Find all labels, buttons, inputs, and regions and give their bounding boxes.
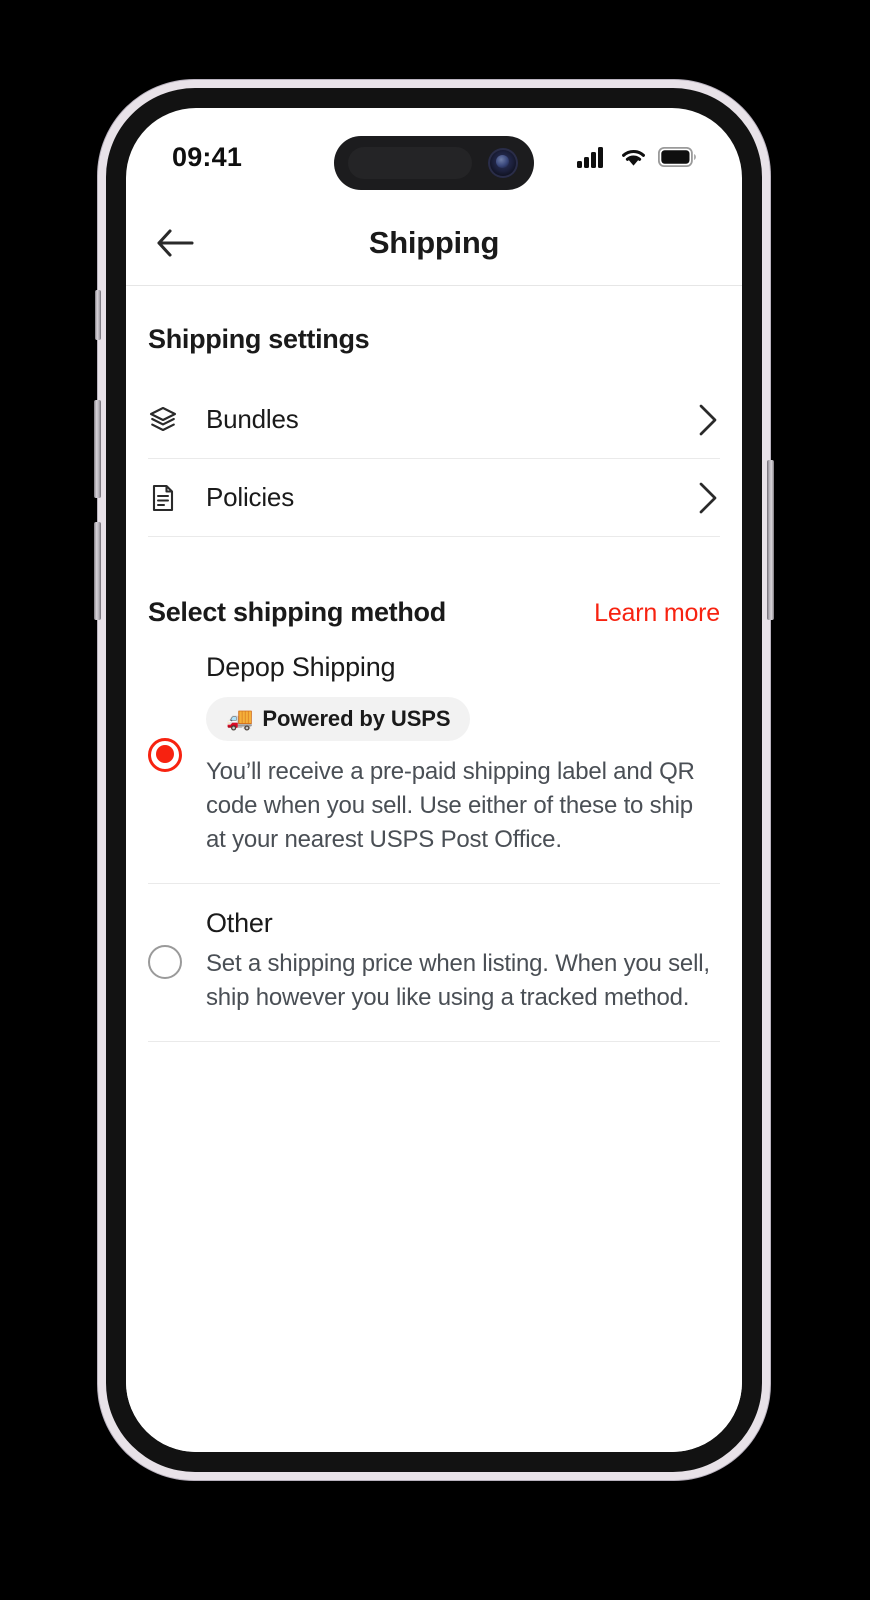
phone-frame: 09:41 Shipping Shipping settings Bundles…: [94, 80, 774, 1480]
usps-badge: 🚚 Powered by USPS: [206, 697, 471, 741]
settings-row-label: Policies: [206, 482, 294, 512]
shipping-option-other[interactable]: Other Set a shipping price when listing.…: [148, 884, 720, 1043]
shipping-method-heading: Select shipping method: [148, 597, 446, 627]
option-description: You’ll receive a pre-paid shipping label…: [206, 758, 695, 854]
other-option-body: Other Set a shipping price when listing.…: [206, 908, 720, 1015]
shipping-settings-heading: Shipping settings: [148, 324, 370, 354]
volume-down-button[interactable]: [94, 522, 101, 620]
power-button[interactable]: [767, 460, 774, 620]
app-header: Shipping: [126, 200, 742, 286]
policies-chevron-wrap: [696, 481, 720, 515]
volume-up-button[interactable]: [94, 400, 101, 498]
layers-stack-icon: [149, 406, 177, 431]
policies-icon-wrap: [148, 483, 196, 513]
phone-screen: 09:41 Shipping Shipping settings Bundles…: [126, 108, 742, 1452]
option-title: Depop Shipping: [206, 652, 396, 682]
phone-bezel: 09:41 Shipping Shipping settings Bundles…: [106, 88, 762, 1472]
shipping-method-header: Select shipping method Learn more: [148, 537, 720, 628]
radio-other[interactable]: [148, 944, 182, 979]
dynamic-island[interactable]: [334, 136, 534, 190]
option-title: Other: [206, 908, 273, 939]
status-icons: [577, 140, 696, 168]
wifi-icon: [622, 150, 645, 166]
settings-row-label: Bundles: [206, 404, 299, 434]
battery-icon: [658, 147, 696, 167]
option-description: Set a shipping price when listing. When …: [206, 950, 710, 1012]
depop-option-body: Depop Shipping 🚚 Powered by USPS You’ll …: [206, 652, 720, 857]
main-content: Shipping settings Bundles Policies Selec…: [126, 286, 742, 1452]
front-camera-icon: [488, 148, 518, 178]
cellular-signal-icon: [577, 147, 603, 168]
depop-radio-wrap: [148, 737, 206, 772]
usps-badge-text: Powered by USPS: [262, 706, 451, 731]
radio-depop-shipping[interactable]: [148, 737, 182, 772]
back-button[interactable]: [148, 216, 202, 270]
other-radio-wrap: [148, 944, 206, 979]
delivery-truck-icon: 🚚: [226, 706, 254, 731]
status-time: 09:41: [172, 141, 243, 172]
arrow-left-icon: [157, 228, 194, 257]
bundles-icon-wrap: [148, 405, 196, 435]
settings-row-bundles[interactable]: Bundles: [148, 381, 720, 459]
bundles-chevron-wrap: [696, 403, 720, 437]
settings-row-policies[interactable]: Policies: [148, 459, 720, 537]
silence-switch-button[interactable]: [95, 290, 101, 340]
learn-more-link[interactable]: Learn more: [594, 599, 720, 628]
chevron-right-icon: [699, 482, 717, 513]
chevron-right-icon: [699, 404, 717, 435]
document-icon: [152, 484, 174, 511]
island-inner-pill: [348, 147, 472, 179]
shipping-option-depop[interactable]: Depop Shipping 🚚 Powered by USPS You’ll …: [148, 628, 720, 885]
page-title: Shipping: [368, 224, 500, 260]
